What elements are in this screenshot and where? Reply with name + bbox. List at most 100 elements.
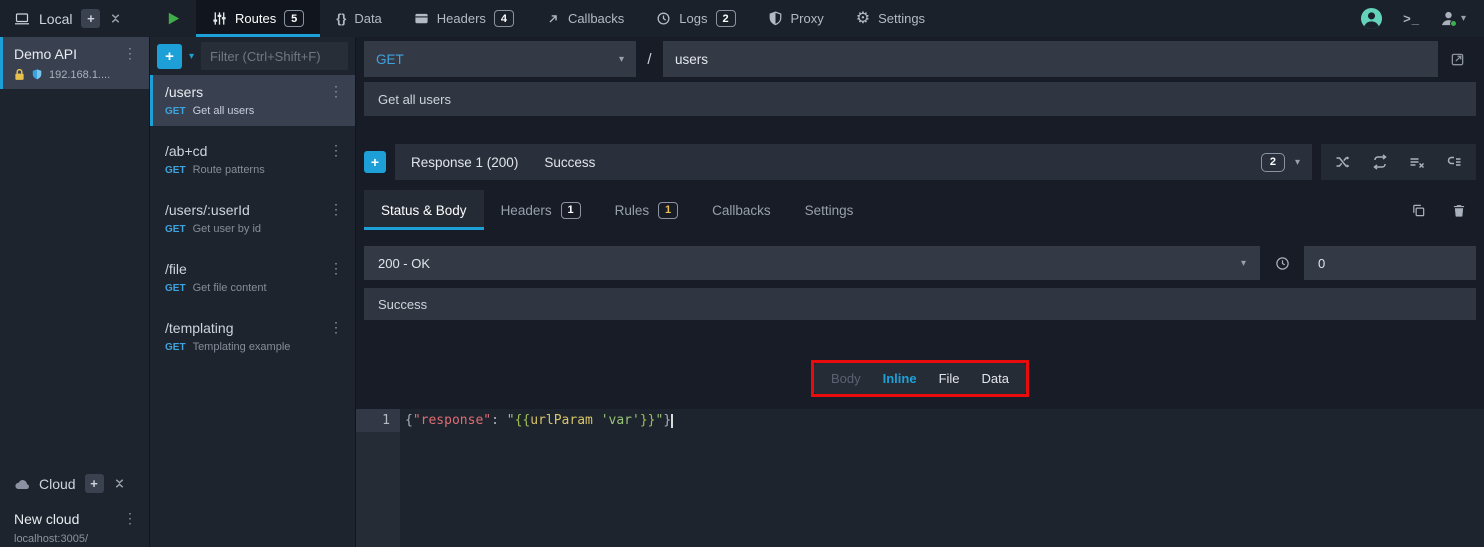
tab-headers[interactable]: Headers 4: [398, 0, 530, 37]
main-tabs: Routes 5 {} Data Headers 4 Callbacks Log…: [196, 0, 941, 37]
line-number: 1: [356, 409, 400, 432]
duplicate-response-icon[interactable]: [1411, 203, 1426, 218]
route-menu-icon[interactable]: ⋮: [325, 260, 347, 277]
code-token: {{: [515, 413, 531, 428]
editor-gutter: 1: [356, 409, 400, 547]
method-select[interactable]: GET ▾: [364, 41, 636, 77]
tab-label: Headers: [437, 11, 486, 26]
sequential-response-icon[interactable]: [1372, 154, 1388, 170]
route-method: GET: [165, 342, 186, 353]
add-cloud-environment-button[interactable]: +: [85, 474, 104, 493]
status-code-value: 200 - OK: [378, 256, 430, 271]
tab-label: Rules: [615, 203, 650, 218]
tab-rules[interactable]: Rules 1: [598, 190, 696, 230]
tab-proxy[interactable]: Proxy: [752, 0, 840, 37]
route-item-templating[interactable]: /templating ⋮ GET Templating example: [150, 311, 355, 362]
tab-status-and-body[interactable]: Status & Body: [364, 190, 484, 230]
open-route-in-browser-icon[interactable]: [1438, 52, 1476, 67]
body-type-option-data[interactable]: Data: [972, 366, 1019, 391]
collapse-local-section-icon[interactable]: [109, 12, 122, 25]
add-route-button[interactable]: +: [157, 44, 182, 69]
disable-rules-icon[interactable]: [1409, 154, 1425, 170]
code-token: :: [491, 413, 507, 428]
tab-label: Callbacks: [712, 203, 771, 218]
body-code-editor[interactable]: 1 {"response": "{{urlParam 'var'}}"}: [356, 409, 1484, 547]
code-token: urlParam: [530, 413, 600, 428]
fallback-mode-icon[interactable]: [1446, 154, 1462, 170]
chevron-down-icon: ▾: [1295, 157, 1300, 168]
route-path: /users/:userId: [165, 202, 250, 218]
response-label: Success: [544, 155, 595, 170]
route-description: Get file content: [193, 282, 267, 294]
shield-icon: [768, 11, 783, 26]
responses-count-badge: 2: [1261, 153, 1285, 172]
clock-history-icon: [656, 11, 671, 26]
routes-filter-input[interactable]: [201, 42, 348, 70]
tab-routes[interactable]: Routes 5: [196, 0, 320, 37]
cloud-environment-menu-icon[interactable]: ⋮: [119, 510, 141, 527]
code-token: {: [405, 413, 413, 428]
cloud-environment-item[interactable]: New cloud ⋮ localhost:3005/: [0, 502, 149, 547]
route-method: GET: [165, 165, 186, 176]
start-server-button[interactable]: [150, 0, 196, 37]
route-path: /templating: [165, 320, 233, 336]
add-local-environment-button[interactable]: +: [81, 9, 100, 28]
route-config-panel: GET ▾ / + Response 1 (200) Success 2: [356, 37, 1484, 547]
tab-logs[interactable]: Logs 2: [640, 0, 751, 37]
environment-menu-icon[interactable]: ⋮: [119, 45, 141, 62]
environment-item-demo-api[interactable]: Demo API ⋮ 192.168.1....: [0, 37, 149, 89]
route-item-file[interactable]: /file ⋮ GET Get file content: [150, 252, 355, 303]
tab-callbacks[interactable]: Callbacks: [530, 0, 640, 37]
status-code-select[interactable]: 200 - OK ▾: [364, 246, 1260, 280]
tab-data[interactable]: {} Data: [320, 0, 398, 37]
gear-icon: ⚙: [856, 11, 870, 27]
account-menu-button[interactable]: ▾: [1440, 10, 1466, 27]
cloud-label: Cloud: [39, 476, 76, 492]
route-menu-icon[interactable]: ⋮: [325, 83, 347, 100]
rules-count-badge: 1: [658, 202, 678, 219]
editor-code-area[interactable]: {"response": "{{urlParam 'var'}}"}: [400, 409, 1484, 547]
sliders-icon: [212, 11, 227, 26]
route-menu-icon[interactable]: ⋮: [325, 319, 347, 336]
route-description: Get user by id: [193, 223, 261, 235]
tab-response-callbacks[interactable]: Callbacks: [695, 190, 788, 230]
route-item-users-userid[interactable]: /users/:userId ⋮ GET Get user by id: [150, 193, 355, 244]
response-label-input[interactable]: [364, 288, 1476, 320]
route-method: GET: [165, 224, 186, 235]
routes-header: + ▾: [150, 37, 355, 75]
body-type-option-file[interactable]: File: [929, 366, 970, 391]
terminal-icon[interactable]: >_: [1403, 11, 1420, 26]
add-response-button[interactable]: +: [364, 151, 386, 173]
route-menu-icon[interactable]: ⋮: [325, 201, 347, 218]
route-description: Get all users: [193, 105, 255, 117]
tab-settings[interactable]: ⚙ Settings: [840, 0, 941, 37]
latency-input[interactable]: [1304, 246, 1476, 280]
route-menu-icon[interactable]: ⋮: [325, 142, 347, 159]
random-response-icon[interactable]: [1335, 154, 1351, 170]
routes-count-badge: 5: [284, 10, 304, 27]
delete-response-icon[interactable]: [1452, 203, 1466, 218]
online-status-dot: [1450, 20, 1457, 27]
route-path-input[interactable]: [663, 41, 1438, 77]
response-selector-bar[interactable]: Response 1 (200) Success 2 ▾: [395, 144, 1312, 180]
tab-response-headers[interactable]: Headers 1: [484, 190, 598, 230]
braces-icon: {}: [336, 11, 346, 26]
proxy-shield-icon: [31, 68, 43, 81]
body-type-option-inline[interactable]: Inline: [873, 366, 927, 391]
environment-name: Demo API: [14, 46, 77, 62]
collapse-cloud-section-icon[interactable]: [113, 477, 126, 490]
add-route-dropdown-caret-icon[interactable]: ▾: [187, 51, 196, 62]
tab-response-settings[interactable]: Settings: [788, 190, 871, 230]
route-description-input[interactable]: [364, 82, 1476, 116]
code-token: }}: [640, 413, 656, 428]
annotation-highlight-box: Body Inline File Data: [811, 360, 1029, 397]
tab-label: Settings: [878, 11, 925, 26]
arrow-up-right-icon: [546, 12, 560, 26]
user-avatar[interactable]: [1360, 7, 1383, 30]
chevron-down-icon: ▾: [619, 54, 624, 65]
route-method: GET: [165, 106, 186, 117]
path-prefix: /: [636, 51, 663, 68]
route-item-abcd[interactable]: /ab+cd ⋮ GET Route patterns: [150, 134, 355, 185]
route-item-users[interactable]: /users ⋮ GET Get all users: [150, 75, 355, 126]
body-type-label: Body: [821, 366, 871, 391]
